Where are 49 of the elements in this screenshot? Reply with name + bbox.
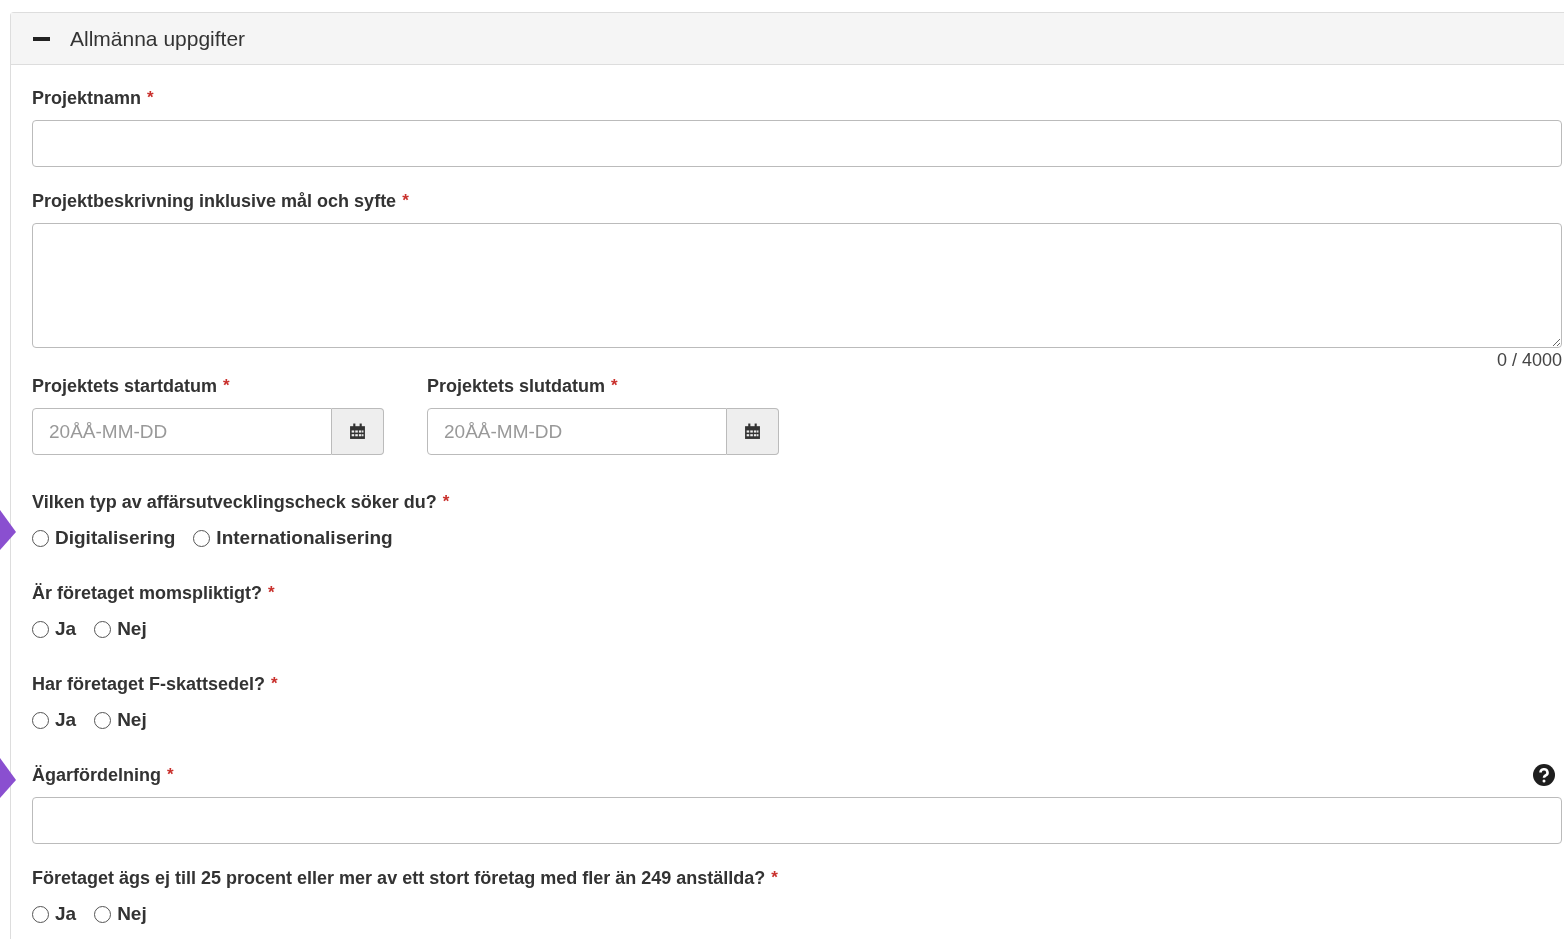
required-mark: * [167,765,174,785]
option-label[interactable]: Ja [55,903,77,925]
question-label: Har företaget F-skattsedel? [32,673,266,695]
calendar-button[interactable] [727,408,779,455]
date-input[interactable]: 20ÅÅ-MM-DD [427,408,727,455]
field-label: Projektets startdatum [32,375,218,397]
required-mark: * [268,583,275,603]
option-label[interactable]: Nej [117,618,147,640]
required-mark: * [271,674,278,694]
date-input[interactable]: 20ÅÅ-MM-DD [32,408,332,455]
question-label: Är företaget momspliktigt? [32,582,263,604]
question-label: Vilken typ av affärsutvecklingscheck söker du? [32,491,437,513]
option-label[interactable]: Ja [55,618,77,640]
help-icon[interactable] [1533,764,1555,786]
option-label[interactable]: Ja [55,709,77,731]
radio-button[interactable] [32,529,49,547]
option-label[interactable]: Nej [117,903,147,925]
option-label[interactable]: Digitalisering [55,527,176,549]
calendar-icon [744,423,761,440]
radio-button[interactable] [32,905,49,923]
radio-button[interactable] [32,711,49,729]
option-label[interactable]: Internationalisering [216,527,393,549]
required-mark: * [147,88,154,108]
section-header[interactable]: Allmänna uppgifter [11,13,1564,65]
field-label: Projektbeskrivning inklusive mål och syfte [32,190,397,212]
required-mark: * [223,376,230,396]
calendar-icon [349,423,366,440]
required-mark: * [771,868,778,888]
radio-button[interactable] [94,905,112,923]
text-input[interactable] [32,797,1562,844]
field-label: Projektets slutdatum [427,375,606,397]
calendar-button[interactable] [332,408,384,455]
required-mark: * [611,376,618,396]
required-mark: * [402,191,409,211]
radio-button[interactable] [193,529,211,547]
option-label[interactable]: Nej [117,709,147,731]
question-label: Företaget ägs ej till 25 procent eller mer av ett stort företag med fler än 249 anställda? [32,867,766,889]
arrow-icon [0,758,16,798]
radio-button[interactable] [94,620,112,638]
radio-button[interactable] [94,711,112,729]
field-label: Projektnamn [32,87,142,109]
collapse-icon[interactable] [33,36,50,41]
character-counter: 0 / 4000 [1495,350,1562,371]
text-input[interactable] [32,120,1562,167]
section-title: Allmänna uppgifter [70,26,246,51]
radio-button[interactable] [32,620,49,638]
required-mark: * [442,492,450,512]
field-label: Ägarfördelning [32,764,161,786]
arrow-icon [0,510,16,550]
